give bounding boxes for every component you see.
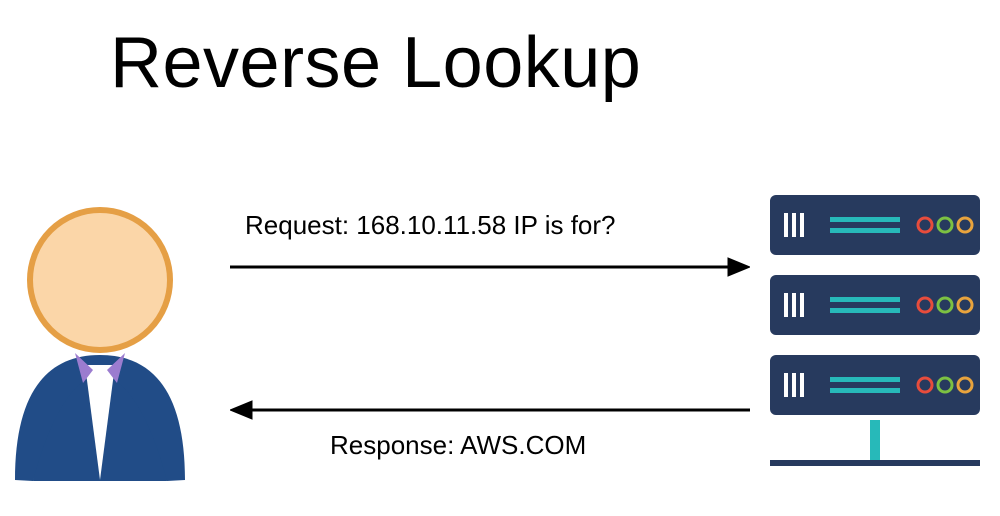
diagram-title: Reverse Lookup <box>110 22 641 104</box>
arrow-left-icon <box>230 395 750 425</box>
arrow-right-icon <box>230 252 750 282</box>
user-icon <box>5 195 195 485</box>
server-stack-icon <box>760 195 990 505</box>
response-label: Response: AWS.COM <box>330 430 586 461</box>
request-label: Request: 168.10.11.58 IP is for? <box>245 210 616 241</box>
